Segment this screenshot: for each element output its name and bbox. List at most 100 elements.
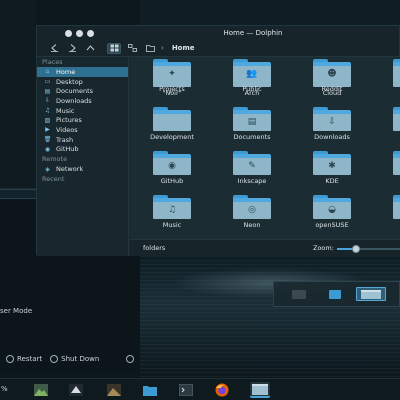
- switcher-item-dolphin[interactable]: [356, 287, 386, 301]
- file-view[interactable]: "Noir"▲Arch☁CloudDDevelopment▤Documents⇩…: [130, 57, 400, 239]
- folder-icon: ◉: [153, 151, 191, 175]
- folder-icon: [153, 107, 191, 131]
- folder-item[interactable]: Tem: [384, 57, 400, 95]
- photo-app-icon[interactable]: [106, 382, 122, 398]
- folder-emblem: ✱: [313, 158, 351, 175]
- folder-label: Development: [150, 133, 194, 141]
- folder-emblem: ▤: [233, 114, 271, 131]
- folder-item[interactable]: ▤ Documents: [224, 105, 280, 143]
- sidebar-item-label: Music: [56, 106, 75, 115]
- more-options-icon[interactable]: [126, 355, 134, 363]
- folder-app-icon[interactable]: [142, 382, 158, 398]
- taskbar: %: [0, 378, 400, 400]
- sidebar-item-pictures[interactable]: ▨ Pictures: [37, 115, 128, 125]
- folder-item[interactable]: ☻ Reddit: [304, 57, 360, 95]
- folder-icon: ☻: [313, 59, 351, 83]
- downloads-icon: ⇩: [44, 97, 51, 105]
- github-icon: ◉: [44, 145, 51, 153]
- sidebar-item-videos[interactable]: ▶ Videos: [37, 125, 128, 135]
- sidebar-item-network[interactable]: ◈ Network: [37, 164, 128, 174]
- icons-view-button[interactable]: [107, 42, 121, 54]
- dark-app-icon[interactable]: [68, 382, 84, 398]
- power-actions: Restart Shut Down: [0, 352, 140, 366]
- dark-app-thumbnail: [292, 289, 306, 299]
- sidebar-item-label: Downloads: [56, 96, 92, 105]
- sidebar-item-label: Documents: [56, 87, 94, 96]
- network-icon: ◈: [45, 165, 50, 173]
- folder-emblem: 👥: [233, 66, 271, 83]
- trash-icon: 🗑: [43, 136, 52, 144]
- back-button[interactable]: [47, 43, 61, 54]
- shutdown-label: Shut Down: [61, 355, 100, 363]
- terminal-app-icon[interactable]: [178, 382, 194, 398]
- zoom-slider-handle[interactable]: [351, 245, 360, 253]
- dolphin-glyph: [252, 383, 268, 395]
- dolphin-icon[interactable]: [250, 382, 270, 398]
- places-section-title: Places: [42, 58, 63, 66]
- folder-item[interactable]: ✱ KDE: [304, 149, 360, 187]
- folder-icon: ◒: [313, 195, 351, 219]
- folder-item[interactable]: L: [384, 149, 400, 187]
- battery-percent: %: [1, 385, 8, 393]
- folder-item[interactable]: ♫ Music: [144, 193, 200, 231]
- title-bar[interactable]: Home — Dolphin: [37, 26, 399, 40]
- folder-emblem: [393, 114, 400, 131]
- switcher-item-dark-app[interactable]: [284, 287, 314, 301]
- recent-section-title: Recent: [42, 174, 65, 183]
- shutdown-button[interactable]: Shut Down: [50, 355, 99, 363]
- breadcrumb-home[interactable]: Home: [172, 44, 195, 52]
- folder-emblem: ◒: [313, 202, 351, 219]
- folder-item[interactable]: Development: [144, 105, 200, 143]
- session-mode-label[interactable]: ser Mode: [0, 307, 32, 315]
- folder-label: Neon: [243, 221, 261, 229]
- landscape-app-icon[interactable]: [33, 382, 49, 398]
- folder-item[interactable]: 👥 Public: [224, 57, 280, 95]
- folder-item[interactable]: Fav: [384, 105, 400, 143]
- folder-emblem: [393, 202, 400, 219]
- folder-icon: [393, 151, 400, 175]
- folder-item[interactable]: ✎ Inkscape: [224, 149, 280, 187]
- forward-button[interactable]: [65, 43, 79, 54]
- pictures-icon: ▨: [44, 116, 51, 124]
- folder-item[interactable]: ◉ GitHub: [144, 149, 200, 187]
- zoom-slider[interactable]: [337, 245, 400, 253]
- sidebar-item-github[interactable]: ◉ GitHub: [37, 145, 128, 155]
- folder-emblem: ✦: [153, 66, 191, 83]
- folder-icon: ▤: [233, 107, 271, 131]
- window-title: Home — Dolphin: [223, 29, 283, 37]
- folder-emblem: [153, 114, 191, 131]
- sidebar-item-home[interactable]: ⌂ Home: [37, 67, 128, 77]
- folder-icon: 👥: [233, 59, 271, 83]
- sidebar-item-desktop[interactable]: ▭ Desktop: [37, 77, 128, 87]
- folder-icon: ♫: [153, 195, 191, 219]
- up-button[interactable]: [83, 43, 97, 54]
- firefox-icon[interactable]: [214, 382, 230, 398]
- sidebar-item-label: Videos: [56, 125, 78, 134]
- sidebar-item-downloads[interactable]: ⇩ Downloads: [37, 96, 128, 106]
- sidebar-item-label: Trash: [56, 135, 74, 144]
- photo-glyph: [107, 384, 121, 396]
- folder-label: KDE: [325, 177, 339, 185]
- sidebar-item-documents[interactable]: ▤ Documents: [37, 86, 128, 96]
- sidebar-item-music[interactable]: ♫ Music: [37, 106, 128, 116]
- folder-item[interactable]: ✦ Projects: [144, 57, 200, 95]
- folder-glyph: [143, 386, 157, 396]
- restart-button[interactable]: Restart: [6, 355, 42, 363]
- forward-arrow-icon: [68, 44, 76, 52]
- folder-icon: ⇩: [313, 107, 351, 131]
- new-folder-button[interactable]: [143, 43, 157, 54]
- folder-item[interactable]: Pic: [384, 193, 400, 231]
- dolphin-window: Home — Dolphin › Home Places ⌂ Home ▭ De…: [36, 25, 400, 256]
- folder-item[interactable]: ◒ openSUSE: [304, 193, 360, 231]
- split-view-button[interactable]: [125, 43, 139, 54]
- status-bar: folders Zoom:: [130, 239, 400, 256]
- folder-label: GitHub: [160, 177, 184, 185]
- switcher-item-folder[interactable]: [320, 287, 350, 301]
- sidebar-item-trash[interactable]: 🗑 Trash: [37, 135, 128, 145]
- firefox-glyph: [215, 383, 229, 397]
- folder-emblem: ♫: [153, 202, 191, 219]
- folder-item[interactable]: ⇩ Downloads: [304, 105, 360, 143]
- folder-item[interactable]: ◎ Neon: [224, 193, 280, 231]
- folder-emblem: [393, 66, 400, 83]
- home-icon: ⌂: [45, 68, 50, 76]
